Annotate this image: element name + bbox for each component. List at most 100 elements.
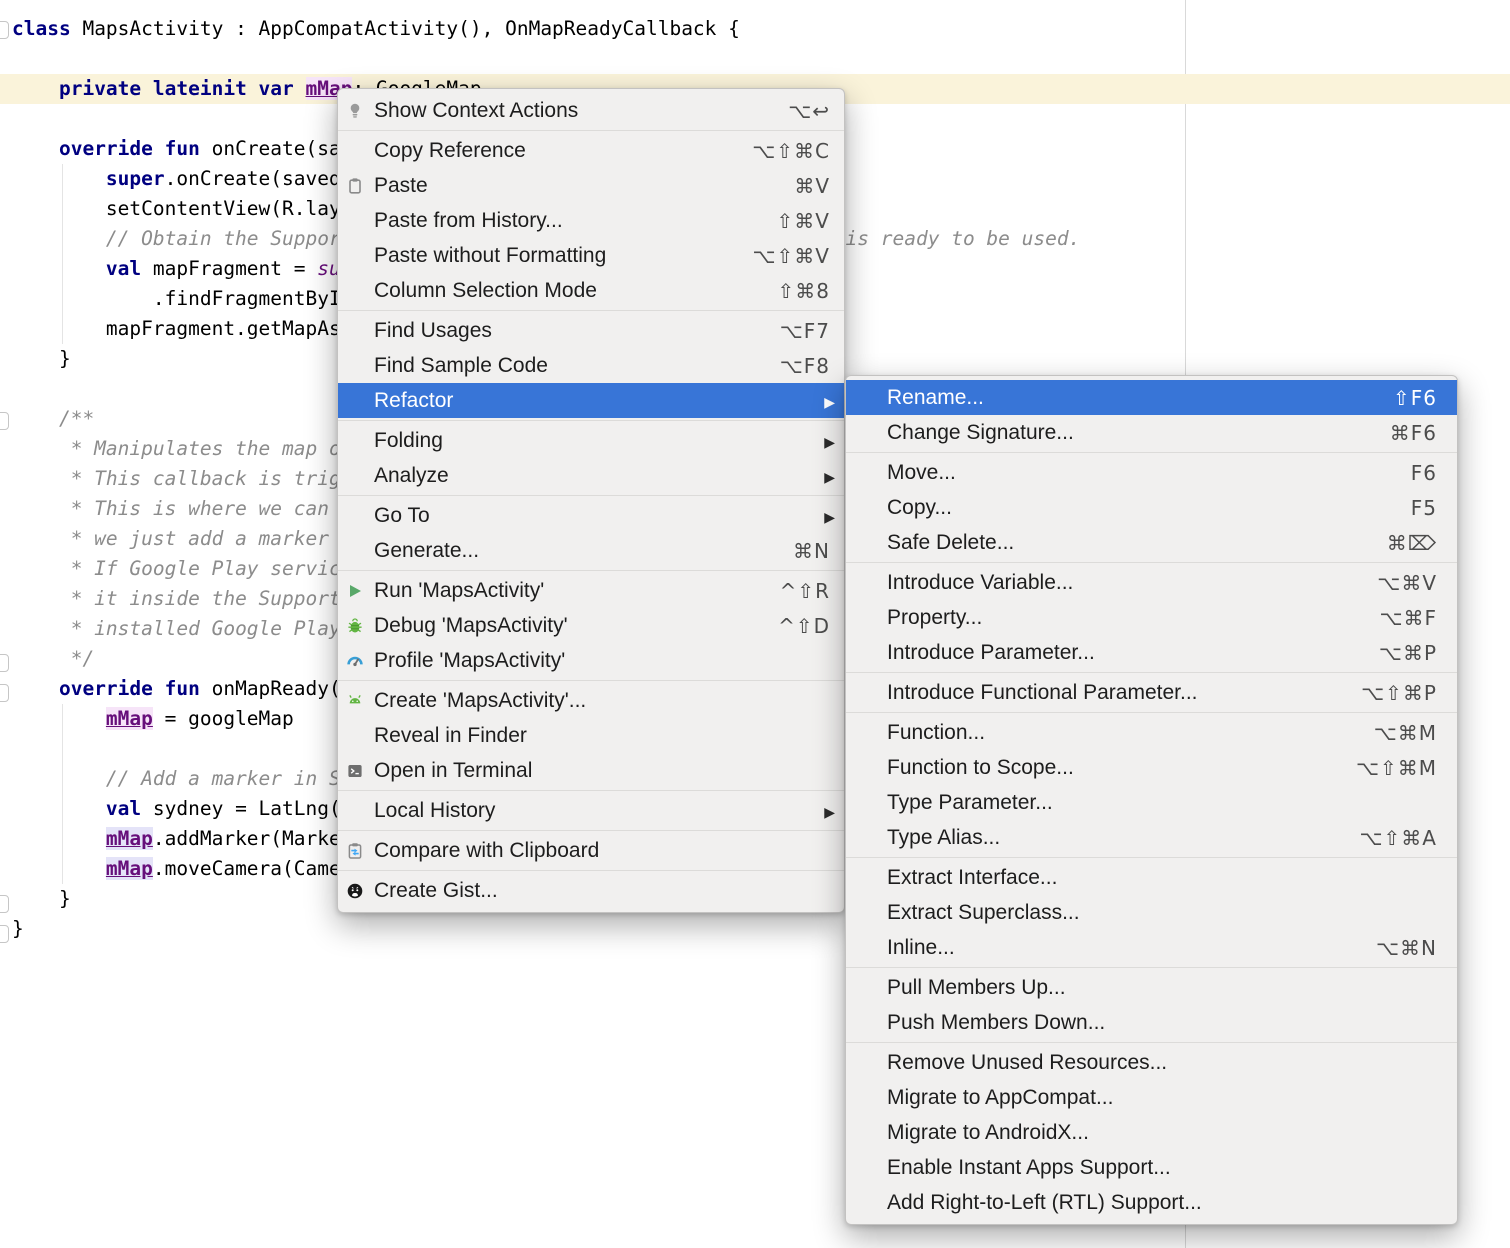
menu-separator [338, 680, 844, 681]
menu-item-label: Push Members Down... [887, 1011, 1105, 1035]
menu-item-enable-instant-apps-support[interactable]: Enable Instant Apps Support... [846, 1150, 1457, 1185]
code-segment [12, 557, 71, 580]
menu-item-label: Profile 'MapsActivity' [374, 649, 565, 673]
menu-item-analyze[interactable]: Analyze [338, 458, 844, 493]
menu-item-label: Copy... [887, 496, 952, 520]
fold-marker[interactable] [0, 412, 9, 430]
menu-item-migrate-to-appcompat[interactable]: Migrate to AppCompat... [846, 1080, 1457, 1115]
fold-marker[interactable] [0, 21, 9, 39]
menu-item-label: Enable Instant Apps Support... [887, 1156, 1171, 1180]
menu-item-show-context-actions[interactable]: Show Context Actions⌥↩ [338, 93, 844, 128]
menu-item-label: Run 'MapsActivity' [374, 579, 544, 603]
menu-item-label: Copy Reference [374, 139, 526, 163]
menu-item-create-mapsactivity[interactable]: Create 'MapsActivity'... [338, 683, 844, 718]
menu-item-run-mapsactivity[interactable]: Run 'MapsActivity' ^⇧R [338, 573, 844, 608]
menu-item-shortcut: ⇧F6 [1393, 386, 1437, 410]
code-segment: class [12, 17, 82, 40]
code-segment [12, 527, 71, 550]
code-segment [12, 137, 59, 160]
menu-separator [338, 830, 844, 831]
menu-item-pull-members-up[interactable]: Pull Members Up... [846, 970, 1457, 1005]
menu-item-shortcut: ⌥⌘M [1374, 721, 1437, 745]
menu-item-label: Go To [374, 504, 430, 528]
menu-item-shortcut: ^⇧D [778, 614, 830, 638]
menu-item-copy-reference[interactable]: Copy Reference⌥⇧⌘C [338, 133, 844, 168]
menu-item-add-right-to-left-rtl-support[interactable]: Add Right-to-Left (RTL) Support... [846, 1185, 1457, 1220]
menu-item-function-to-scope[interactable]: Function to Scope...⌥⇧⌘M [846, 750, 1457, 785]
menu-item-create-gist[interactable]: Create Gist... [338, 873, 844, 908]
menu-item-label: Generate... [374, 539, 479, 563]
code-segment: } [12, 917, 24, 940]
menu-item-label: Inline... [887, 936, 955, 960]
menu-item-introduce-variable[interactable]: Introduce Variable...⌥⌘V [846, 565, 1457, 600]
menu-item-shortcut: ⌥⌘F [1379, 606, 1437, 630]
menu-item-profile-mapsactivity[interactable]: Profile 'MapsActivity' [338, 643, 844, 678]
code-segment [12, 407, 59, 430]
fold-marker[interactable] [0, 654, 9, 672]
menu-item-copy[interactable]: Copy...F5 [846, 490, 1457, 525]
menu-item-safe-delete[interactable]: Safe Delete...⌘⌦ [846, 525, 1457, 560]
menu-item-go-to[interactable]: Go To [338, 498, 844, 533]
debug-icon [345, 616, 365, 636]
menu-separator [846, 672, 1457, 673]
menu-item-compare-with-clipboard[interactable]: Compare with Clipboard [338, 833, 844, 868]
menu-item-rename[interactable]: Rename... ⇧F6 [846, 380, 1457, 415]
menu-item-folding[interactable]: Folding [338, 423, 844, 458]
menu-item-type-alias[interactable]: Type Alias...⌥⇧⌘A [846, 820, 1457, 855]
menu-item-debug-mapsactivity[interactable]: Debug 'MapsActivity'^⇧D [338, 608, 844, 643]
menu-item-push-members-down[interactable]: Push Members Down... [846, 1005, 1457, 1040]
menu-item-move[interactable]: Move...F6 [846, 455, 1457, 490]
code-segment: } [12, 887, 71, 910]
menu-item-find-usages[interactable]: Find Usages⌥F7 [338, 313, 844, 348]
code-segment: override fun [59, 677, 212, 700]
menu-item-generate[interactable]: Generate...⌘N [338, 533, 844, 568]
menu-item-paste[interactable]: Paste⌘V [338, 168, 844, 203]
menu-item-refactor[interactable]: Refactor [338, 383, 844, 418]
profile-icon [345, 651, 365, 671]
menu-item-label: Move... [887, 461, 956, 485]
menu-item-label: Extract Superclass... [887, 901, 1080, 925]
fold-marker[interactable] [0, 895, 9, 913]
menu-item-open-in-terminal[interactable]: Open in Terminal [338, 753, 844, 788]
mmap-identifier: mMap [106, 707, 153, 730]
menu-item-shortcut: ⌥F7 [780, 319, 830, 343]
menu-item-label: Rename... [887, 386, 984, 410]
menu-separator [338, 570, 844, 571]
menu-item-shortcut: ⌘⌦ [1387, 531, 1437, 555]
code-segment: /** [59, 407, 94, 430]
menu-item-find-sample-code[interactable]: Find Sample Code⌥F8 [338, 348, 844, 383]
menu-item-function[interactable]: Function...⌥⌘M [846, 715, 1457, 750]
menu-item-extract-interface[interactable]: Extract Interface... [846, 860, 1457, 895]
menu-separator [846, 452, 1457, 453]
menu-item-shortcut: ⇧⌘V [777, 209, 830, 233]
menu-item-shortcut: ⌥⇧⌘P [1361, 681, 1437, 705]
menu-item-extract-superclass[interactable]: Extract Superclass... [846, 895, 1457, 930]
menu-item-inline[interactable]: Inline...⌥⌘N [846, 930, 1457, 965]
menu-separator [846, 857, 1457, 858]
menu-item-paste-without-formatting[interactable]: Paste without Formatting⌥⇧⌘V [338, 238, 844, 273]
menu-item-introduce-functional-parameter[interactable]: Introduce Functional Parameter...⌥⇧⌘P [846, 675, 1457, 710]
menu-item-remove-unused-resources[interactable]: Remove Unused Resources... [846, 1045, 1457, 1080]
menu-item-property[interactable]: Property...⌥⌘F [846, 600, 1457, 635]
code-segment: } [12, 347, 71, 370]
menu-item-shortcut: ^⇧R [780, 579, 830, 603]
menu-item-shortcut: ⌥F8 [780, 354, 830, 378]
menu-item-local-history[interactable]: Local History [338, 793, 844, 828]
menu-item-label: Migrate to AndroidX... [887, 1121, 1089, 1145]
menu-item-shortcut: ⌘V [794, 174, 830, 198]
code-segment [12, 167, 106, 190]
menu-item-change-signature[interactable]: Change Signature...⌘F6 [846, 415, 1457, 450]
menu-item-migrate-to-androidx[interactable]: Migrate to AndroidX... [846, 1115, 1457, 1150]
menu-item-reveal-in-finder[interactable]: Reveal in Finder [338, 718, 844, 753]
menu-separator [338, 870, 844, 871]
fold-marker[interactable] [0, 925, 9, 943]
menu-separator [846, 967, 1457, 968]
menu-item-column-selection-mode[interactable]: Column Selection Mode⇧⌘8 [338, 273, 844, 308]
fold-marker[interactable] [0, 684, 9, 702]
menu-item-paste-from-history[interactable]: Paste from History...⇧⌘V [338, 203, 844, 238]
menu-item-introduce-parameter[interactable]: Introduce Parameter...⌥⌘P [846, 635, 1457, 670]
menu-separator [846, 1042, 1457, 1043]
menu-item-type-parameter[interactable]: Type Parameter... [846, 785, 1457, 820]
menu-item-shortcut: ⌘F6 [1390, 421, 1437, 445]
code-segment: private lateinit var [59, 77, 306, 100]
